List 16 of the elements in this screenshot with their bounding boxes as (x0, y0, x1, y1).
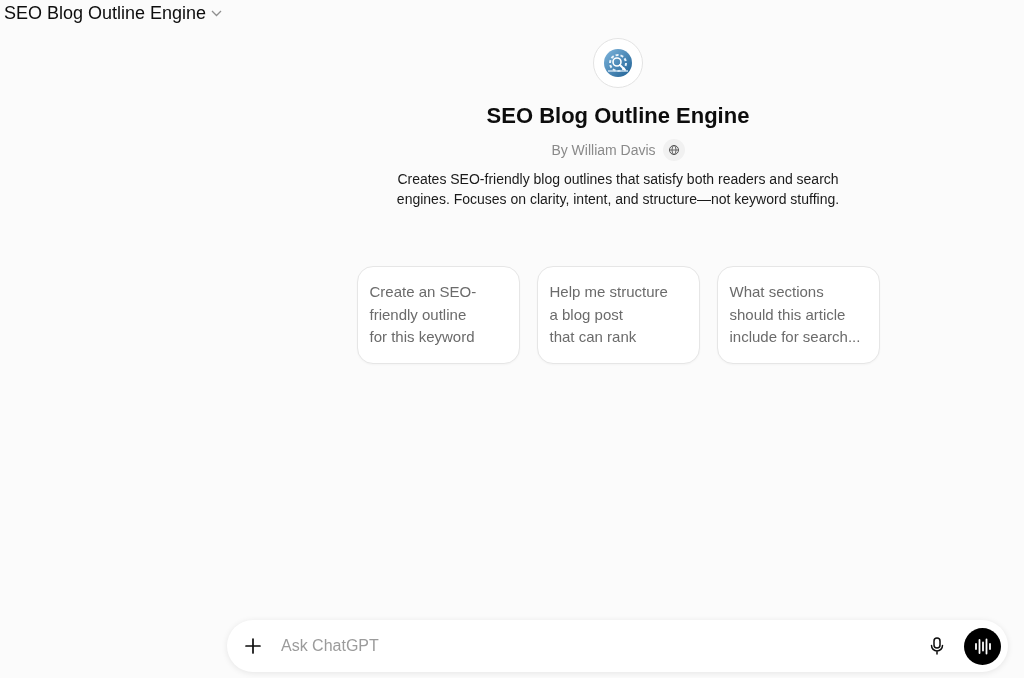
plus-icon (243, 636, 263, 656)
gpt-name: SEO Blog Outline Engine (486, 103, 750, 129)
message-input[interactable]: Ask ChatGPT (279, 636, 927, 656)
add-button[interactable] (243, 636, 263, 656)
author-text: By William Davis (551, 142, 656, 158)
chevron-down-icon (211, 9, 223, 17)
globe-icon (662, 139, 685, 161)
sound-wave-icon (964, 627, 1001, 665)
gear-logo-icon (593, 38, 643, 88)
gpt-description: Creates SEO-friendly blog outlines that satisfy both readers and search engines. Focuses on clarity, intent, and structure—not keyword stuffing. (395, 170, 841, 209)
message-composer[interactable]: Ask ChatGPT (227, 620, 1008, 672)
suggestion-card[interactable]: What sections should this article include for search... (716, 266, 880, 364)
suggestion-card[interactable]: Create an SEO- friendly outline for this keyword (356, 266, 520, 364)
model-selector-button[interactable]: SEO Blog Outline Engine (4, 2, 223, 24)
voice-mode-button[interactable] (964, 627, 1001, 665)
suggestion-card[interactable]: Help me structure a blog post that can rank (536, 266, 700, 364)
